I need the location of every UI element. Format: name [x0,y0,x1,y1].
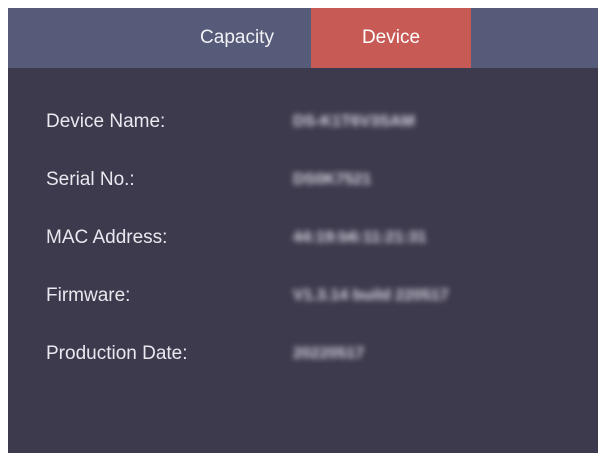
serial-no-row: Serial No.: DS0K7521 [8,162,598,198]
production-date-value: 20220517 [293,345,365,362]
firmware-row: Firmware: V1.3.14 build 220517 [8,278,598,314]
tab-bar: Capacity Device [8,8,598,68]
mac-address-row: MAC Address: 44:19:b6:11:21:31 [8,220,598,256]
serial-no-label: Serial No.: [46,169,135,190]
firmware-label: Firmware: [46,285,131,306]
production-date-row: Production Date: 20220517 [8,336,598,372]
mac-address-label: MAC Address: [46,227,168,248]
tab-device[interactable]: Device [311,8,471,68]
production-date-label: Production Date: [46,343,188,364]
firmware-value: V1.3.14 build 220517 [293,287,449,304]
device-name-label: Device Name: [46,111,166,132]
mac-address-value: 44:19:b6:11:21:31 [293,229,427,246]
device-name-value: DS-K1T6V3SAM [293,113,415,130]
serial-no-value: DS0K7521 [293,171,372,188]
tab-capacity[interactable]: Capacity [163,8,311,68]
device-info-panel: Capacity Device Device Name: DS-K1T6V3SA… [8,8,598,453]
device-name-row: Device Name: DS-K1T6V3SAM [8,104,598,140]
device-info-list: Device Name: DS-K1T6V3SAM Serial No.: DS… [8,68,598,453]
